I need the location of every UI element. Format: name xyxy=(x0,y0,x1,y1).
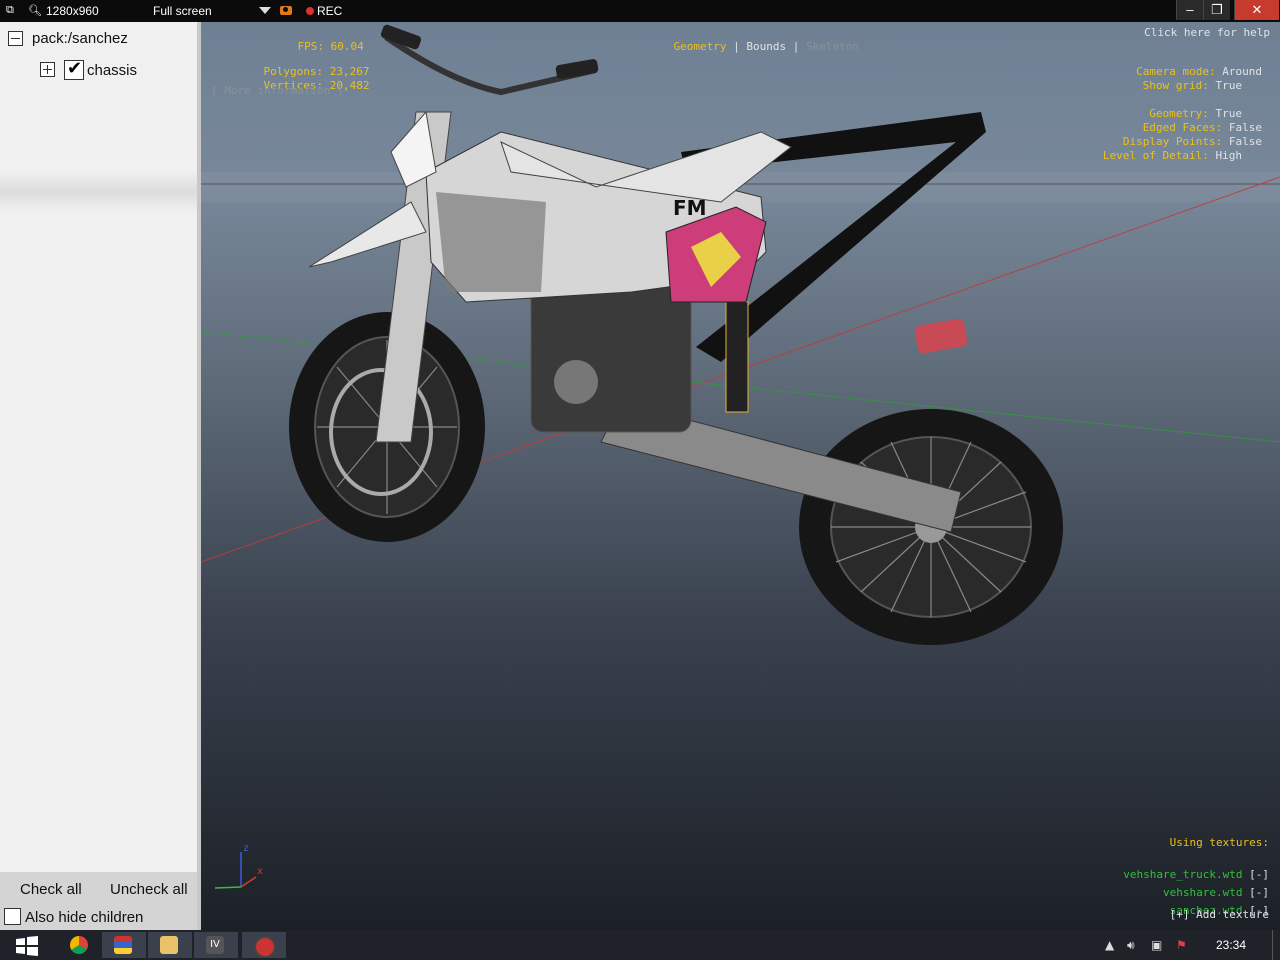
chassis-checkbox[interactable]: ✔ xyxy=(64,58,84,80)
lod-label: Level of Detail: xyxy=(1102,149,1209,162)
maximize-button[interactable]: ❐ xyxy=(1203,0,1230,20)
tab-skeleton[interactable]: Skeleton xyxy=(806,40,859,53)
taskbar-chrome[interactable] xyxy=(58,932,102,958)
lod-value[interactable]: High xyxy=(1216,149,1243,162)
viewer-icon xyxy=(254,936,276,958)
tab-bounds[interactable]: Bounds xyxy=(746,40,786,53)
y-axis-arrow xyxy=(214,886,242,889)
checkmark-icon: ✔ xyxy=(67,58,83,78)
minus-icon xyxy=(11,38,20,39)
decal-text: FM xyxy=(673,196,707,220)
minimize-button[interactable]: – xyxy=(1176,0,1203,20)
show-desktop-button[interactable] xyxy=(1272,930,1280,960)
add-texture-button[interactable]: [+] Add texture xyxy=(1170,908,1269,922)
search-icon[interactable]: 🔍︎ xyxy=(28,4,42,17)
panel-footer: Check all Uncheck all Also hide children xyxy=(0,872,197,930)
iv-icon: IV xyxy=(206,936,224,954)
taskbar: IV ▲ 🔊︎ ▣ ⚑ 23:34 xyxy=(0,930,1280,960)
close-button[interactable]: ✕ xyxy=(1234,0,1279,20)
hide-children-checkbox[interactable] xyxy=(4,908,21,925)
uncheck-all-button[interactable]: Uncheck all xyxy=(110,881,188,898)
hide-children-label[interactable]: Also hide children xyxy=(25,909,143,926)
tree-child-label[interactable]: chassis xyxy=(87,62,137,79)
x-axis-label: x xyxy=(257,866,264,877)
show-grid-label: Show grid: xyxy=(1142,79,1209,92)
rear-shock xyxy=(725,301,749,413)
chrome-icon xyxy=(70,936,88,954)
flag-icon[interactable]: ⚑ xyxy=(1176,938,1187,952)
lod-setting[interactable]: Level of Detail: High xyxy=(1076,135,1242,177)
collapse-toggle[interactable] xyxy=(8,31,23,46)
textures-title: Using textures: xyxy=(1169,836,1269,849)
check-all-button[interactable]: Check all xyxy=(20,881,82,898)
engine-cover xyxy=(554,360,598,404)
resize-icon[interactable]: ⧉ xyxy=(6,4,14,17)
tail-light xyxy=(914,318,968,354)
archive-icon xyxy=(114,936,132,954)
hierarchy-panel: pack:/sanchez ✔ chassis Check all Unchec… xyxy=(0,22,201,930)
start-icon xyxy=(16,936,38,956)
show-grid-value[interactable]: True xyxy=(1216,79,1243,92)
motorcycle-model: FM xyxy=(289,24,1063,645)
clock[interactable]: 23:34 xyxy=(1216,938,1246,952)
fullscreen-label[interactable]: Full screen xyxy=(153,4,212,18)
x-axis-arrow xyxy=(240,876,257,888)
record-dot-icon[interactable] xyxy=(306,7,314,15)
taskbar-explorer[interactable] xyxy=(148,932,192,958)
tree-root-label[interactable]: pack:/sanchez xyxy=(32,30,128,47)
taskbar-iv[interactable]: IV xyxy=(194,932,238,958)
z-axis-label: z xyxy=(243,843,250,854)
taskbar-viewer[interactable] xyxy=(242,932,286,958)
volume-icon[interactable]: 🔊︎ xyxy=(1127,938,1135,953)
start-button[interactable] xyxy=(6,932,50,958)
skull-graphic xyxy=(436,192,546,292)
model-viewport[interactable]: FM FPS: 60.04 Polygons: 23,267 Vertices:… xyxy=(201,22,1280,930)
network-icon[interactable]: ▣ xyxy=(1151,938,1162,952)
help-link[interactable]: Click here for help xyxy=(1144,26,1270,40)
more-info-link[interactable]: [ More information ] xyxy=(211,84,343,98)
resolution-label[interactable]: 1280x960 xyxy=(46,4,99,18)
chevron-down-icon[interactable] xyxy=(259,7,271,14)
explorer-icon xyxy=(160,936,178,954)
recorder-bar: ⧉ 🔍︎ 1280x960 Full screen REC – ❐ ✕ xyxy=(0,0,1280,22)
tab-geometry[interactable]: Geometry xyxy=(674,40,727,53)
taskbar-archive[interactable] xyxy=(102,932,146,958)
tray-up-arrow-icon[interactable]: ▲ xyxy=(1105,938,1114,952)
panel-divider xyxy=(0,172,197,212)
rec-button[interactable]: REC xyxy=(317,4,342,18)
view-tabs: Geometry | Bounds | Skeleton xyxy=(673,40,859,53)
axis-gizmo xyxy=(214,852,257,889)
expand-toggle[interactable] xyxy=(40,62,55,77)
camera-icon[interactable] xyxy=(280,6,292,15)
